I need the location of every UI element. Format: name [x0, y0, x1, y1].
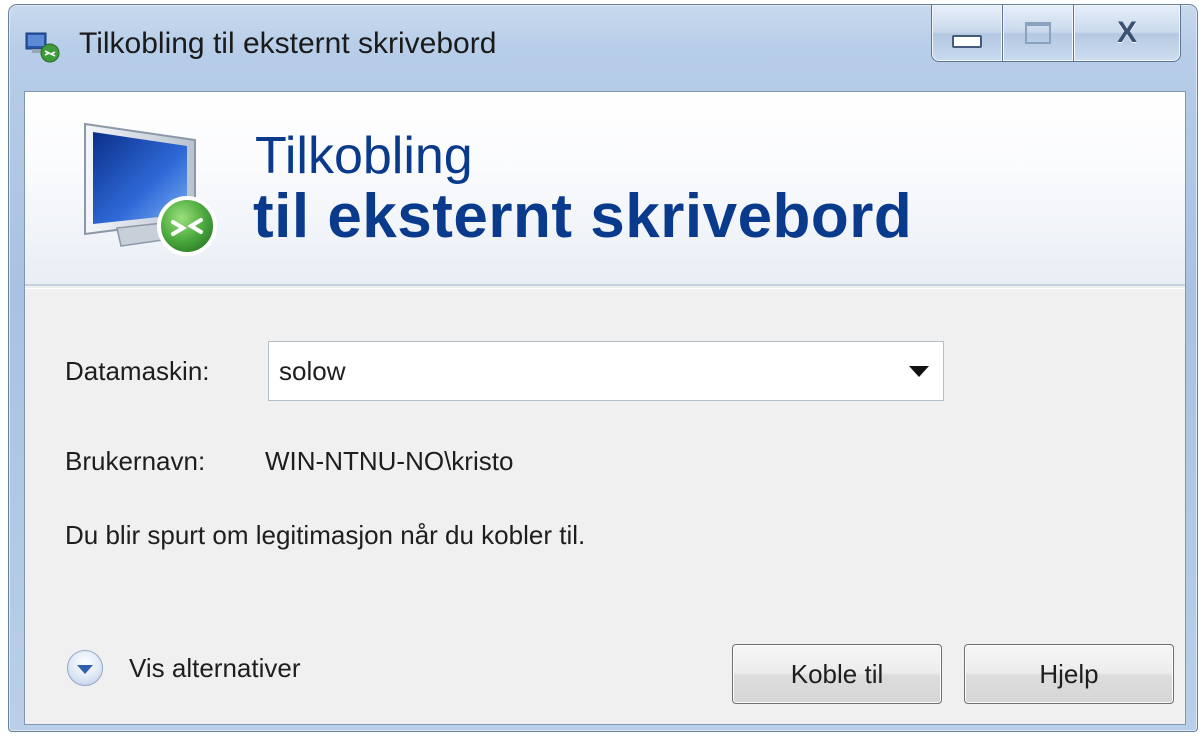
- banner-divider: [25, 288, 1185, 289]
- chevron-down-circle-icon[interactable]: [67, 650, 103, 686]
- monitor-remote-icon: [84, 122, 217, 256]
- computer-label: Datamaskin:: [65, 356, 210, 386]
- title-bar[interactable]: Tilkobling til eksternt skrivebord X: [9, 5, 1197, 87]
- maximize-icon: [1025, 22, 1051, 44]
- computer-value: solow: [279, 356, 346, 386]
- minimize-icon: [952, 34, 982, 48]
- heading-line-2: til eksternt skrivebord: [253, 182, 913, 251]
- close-button[interactable]: X: [1074, 5, 1181, 62]
- show-options-label[interactable]: Vis alternativer: [129, 653, 301, 684]
- chevron-down-icon: [77, 665, 93, 674]
- caption-buttons: X: [931, 5, 1181, 63]
- username-label: Brukernavn:: [65, 446, 206, 476]
- heading-line-1: Tilkobling: [255, 127, 473, 185]
- username-value: WIN-NTNU-NO\kristo: [265, 446, 514, 476]
- remote-desktop-icon: [25, 32, 60, 63]
- header-banner: Tilkobling til eksternt skrivebord: [25, 92, 1185, 286]
- window-title: Tilkobling til eksternt skrivebord: [79, 27, 497, 60]
- minimize-button[interactable]: [931, 5, 1003, 62]
- help-button[interactable]: Hjelp: [964, 644, 1174, 704]
- dialog-window: Tilkobling til eksternt skrivebord X Til…: [8, 4, 1198, 732]
- credentials-info-text: Du blir spurt om legitimasjon når du kob…: [65, 520, 586, 550]
- client-area: Tilkobling til eksternt skrivebord Datam…: [24, 91, 1186, 725]
- maximize-button[interactable]: [1003, 5, 1074, 62]
- show-options-toggle[interactable]: Vis alternativer: [67, 650, 301, 686]
- dropdown-arrow-icon[interactable]: [909, 366, 929, 377]
- computer-combobox[interactable]: solow: [268, 341, 944, 401]
- connect-button[interactable]: Koble til: [732, 644, 942, 704]
- close-icon: X: [1116, 16, 1137, 49]
